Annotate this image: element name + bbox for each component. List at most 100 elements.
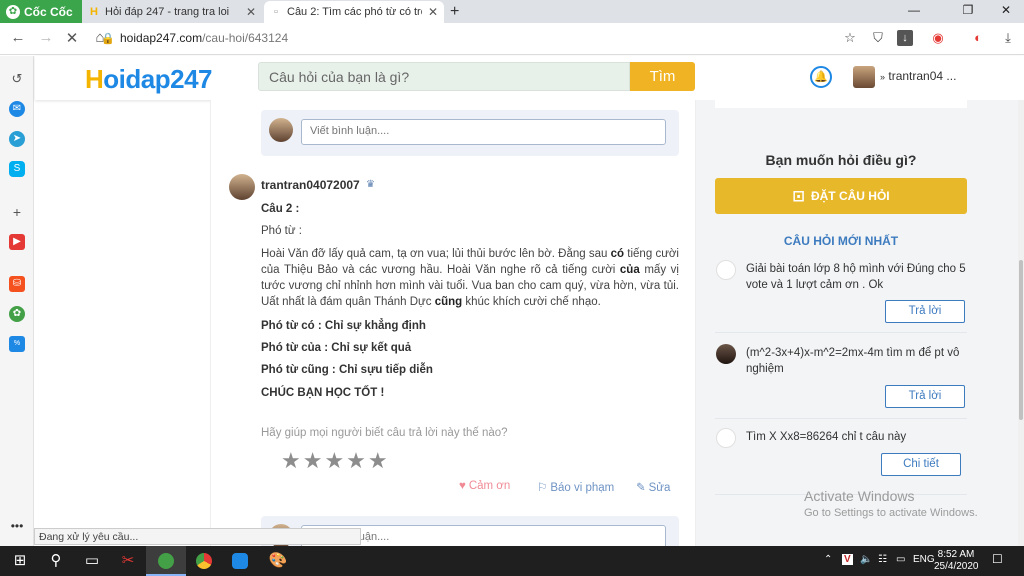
volume-icon[interactable]: 🔈 [860,554,872,565]
comment-box [261,110,679,156]
download-arrow-icon[interactable]: ⤓ [1000,30,1016,46]
user-menu[interactable]: » trantran04 ... [880,69,956,83]
answer-line-cua: Phó từ của : Chỉ sự kết quả [261,342,412,354]
forward-arrow-icon[interactable]: → [36,29,56,46]
pencil-icon: ✎ [636,482,646,494]
network-icon[interactable]: ☷ [878,554,887,565]
header-username: trantran04 ... [888,69,957,83]
extension-icon[interactable]: ◉ [930,30,946,46]
question-text[interactable]: (m^2-3x+4)x-m^2=2mx-4m tìm m để pt vô ng… [746,345,966,377]
avatar [716,428,736,448]
browser-menu-button[interactable]: ✿ Cốc Cốc [0,0,82,23]
page-scrollbar[interactable] [1018,100,1024,546]
clock[interactable]: 8:52 AM 25/4/2020 [934,549,979,573]
page-favicon-icon: ▫ [274,6,278,18]
coccoc-icon[interactable]: ✿ [9,306,25,322]
thanks-button[interactable]: ♥ Cảm ơn [459,480,510,492]
stop-icon[interactable]: ✕ [62,29,82,47]
activate-windows-watermark: Activate Windows Go to Settings to activ… [804,488,978,519]
question-text[interactable]: Giải bài toán lớp 8 hộ mình với Đúng cho… [746,261,966,293]
sale-icon[interactable]: % [9,336,25,352]
battery-icon[interactable]: ▭ [896,554,905,565]
site-logo[interactable]: Hoidap247 [85,64,212,95]
answer-button[interactable]: Trả lời [885,385,965,408]
chevron-down-icon: » [880,72,886,82]
close-window-button[interactable]: ✕ [988,3,1024,17]
answer-subheading: Phó từ : [261,225,302,237]
answer-line-cung: Phó từ cũng : Chỉ sựu tiếp diễn [261,364,433,376]
answer-username[interactable]: trantran04072007 [261,178,360,192]
shield-icon[interactable]: ⛉ [870,30,886,46]
site-header: Hoidap247 Câu hỏi của bạn là gì? Tìm 🔔 »… [35,56,1024,100]
paint-icon[interactable]: 🎨 [258,546,298,576]
avatar[interactable] [853,66,875,88]
coccoc-logo-icon: ✿ [6,4,20,19]
lock-icon[interactable]: 🔒 [100,31,116,47]
shopping-icon[interactable]: ⛁ [9,276,25,292]
windows-start-icon[interactable]: ⊞ [0,546,40,576]
answer-line-co: Phó từ có : Chỉ sự khẳng định [261,320,426,332]
url-host: hoidap247.com [120,31,203,45]
url-field[interactable]: hoidap247.com/cau-hoi/643124 [120,31,288,45]
maximize-button[interactable]: ❐ [950,3,986,17]
language-indicator[interactable]: ENG [913,554,935,565]
answer-paragraph: Hoài Văn đỡ lấy quả cam, tạ ơn vua; lủi … [261,248,679,308]
comment-input[interactable] [301,119,666,145]
star-rating[interactable]: ★★★★★ [281,448,390,474]
close-icon[interactable]: ✕ [246,5,256,19]
telegram-icon[interactable]: ➤ [9,131,25,147]
coccoc-taskbar-icon[interactable] [146,546,186,576]
answer-closing: CHÚC BẠN HỌC TỐT ! [261,387,385,399]
scrollbar-thumb[interactable] [1019,260,1023,420]
tab-hoidap-home[interactable]: H Hỏi đáp 247 - trang tra loi ✕ [82,1,262,23]
add-icon[interactable]: + [9,204,25,220]
skype-icon[interactable]: S [9,161,25,177]
browser-sidebar: ↺ ✉ ➤ S + ▶ ⛁ ✿ % ••• [0,56,34,546]
unikey-icon[interactable]: V [842,554,853,565]
details-button[interactable]: Chi tiết [881,453,961,476]
heart-icon: ♥ [459,480,466,492]
status-bar: Đang xử lý yêu cầu... [34,528,361,545]
search-input[interactable]: Câu hỏi của bạn là gì? [258,62,630,91]
right-sidebar: Bạn muốn hỏi điều gì? ⊡ ĐẶT CÂU HỎI CÂU … [696,100,1020,546]
download-icon[interactable]: ↓ [897,30,913,46]
bell-icon[interactable]: 🔔 [810,66,832,88]
history-icon[interactable]: ↺ [9,71,25,87]
answer-heading: Câu 2 : [261,203,300,215]
tab-bar: ✿ Cốc Cốc H Hỏi đáp 247 - trang tra loi … [0,0,1024,23]
answer-button[interactable]: Trả lời [885,300,965,323]
app-icon[interactable]: ✂ [108,546,148,576]
close-icon[interactable]: ✕ [428,5,438,19]
edit-button[interactable]: ✎ Sửa [636,480,670,494]
ask-question-button[interactable]: ⊡ ĐẶT CÂU HỎI [715,178,967,214]
tab-title: Hỏi đáp 247 - trang tra loi [105,6,230,18]
tab-title: Câu 2: Tìm các phó từ có tron [287,6,422,18]
question-text[interactable]: Tìm X Xx8=86264 chỉ t câu này [746,429,966,445]
back-arrow-icon[interactable]: ← [8,29,28,46]
browser-brand: Cốc Cốc [24,4,73,19]
star-icon[interactable]: ☆ [842,30,858,46]
answer-panel: trantran04072007 ♛ Câu 2 : Phó từ : Hoài… [210,100,696,562]
search-button[interactable]: Tìm [630,62,695,91]
youtube-icon[interactable]: ▶ [9,234,25,250]
extension-icon[interactable]: ◐ [970,30,986,46]
task-view-icon[interactable]: ▭ [72,546,112,576]
more-icon[interactable]: ••• [9,518,25,534]
tab-question[interactable]: ▫ Câu 2: Tìm các phó từ có tron ✕ [264,1,444,23]
new-tab-button[interactable]: + [450,3,459,21]
avatar[interactable] [229,174,255,200]
url-path: /cau-hoi/643124 [202,31,289,45]
chrome-icon[interactable] [184,546,224,576]
sidebar-card [715,100,967,108]
minimize-button[interactable]: — [896,3,932,17]
hoidap-favicon-icon: H [90,6,98,18]
zalo-icon[interactable] [220,546,260,576]
ask-title: Bạn muốn hỏi điều gì? [765,152,917,168]
search-icon[interactable]: ⚲ [36,546,76,576]
notification-icon[interactable]: ☐ [992,552,1003,566]
avatar [716,344,736,364]
messenger-icon[interactable]: ✉ [9,101,25,117]
chevron-up-icon[interactable]: ⌃ [824,554,832,565]
rating-prompt: Hãy giúp mọi người biết câu trả lời này … [261,427,508,439]
report-button[interactable]: ⚐ Báo vi phạm [537,480,614,494]
